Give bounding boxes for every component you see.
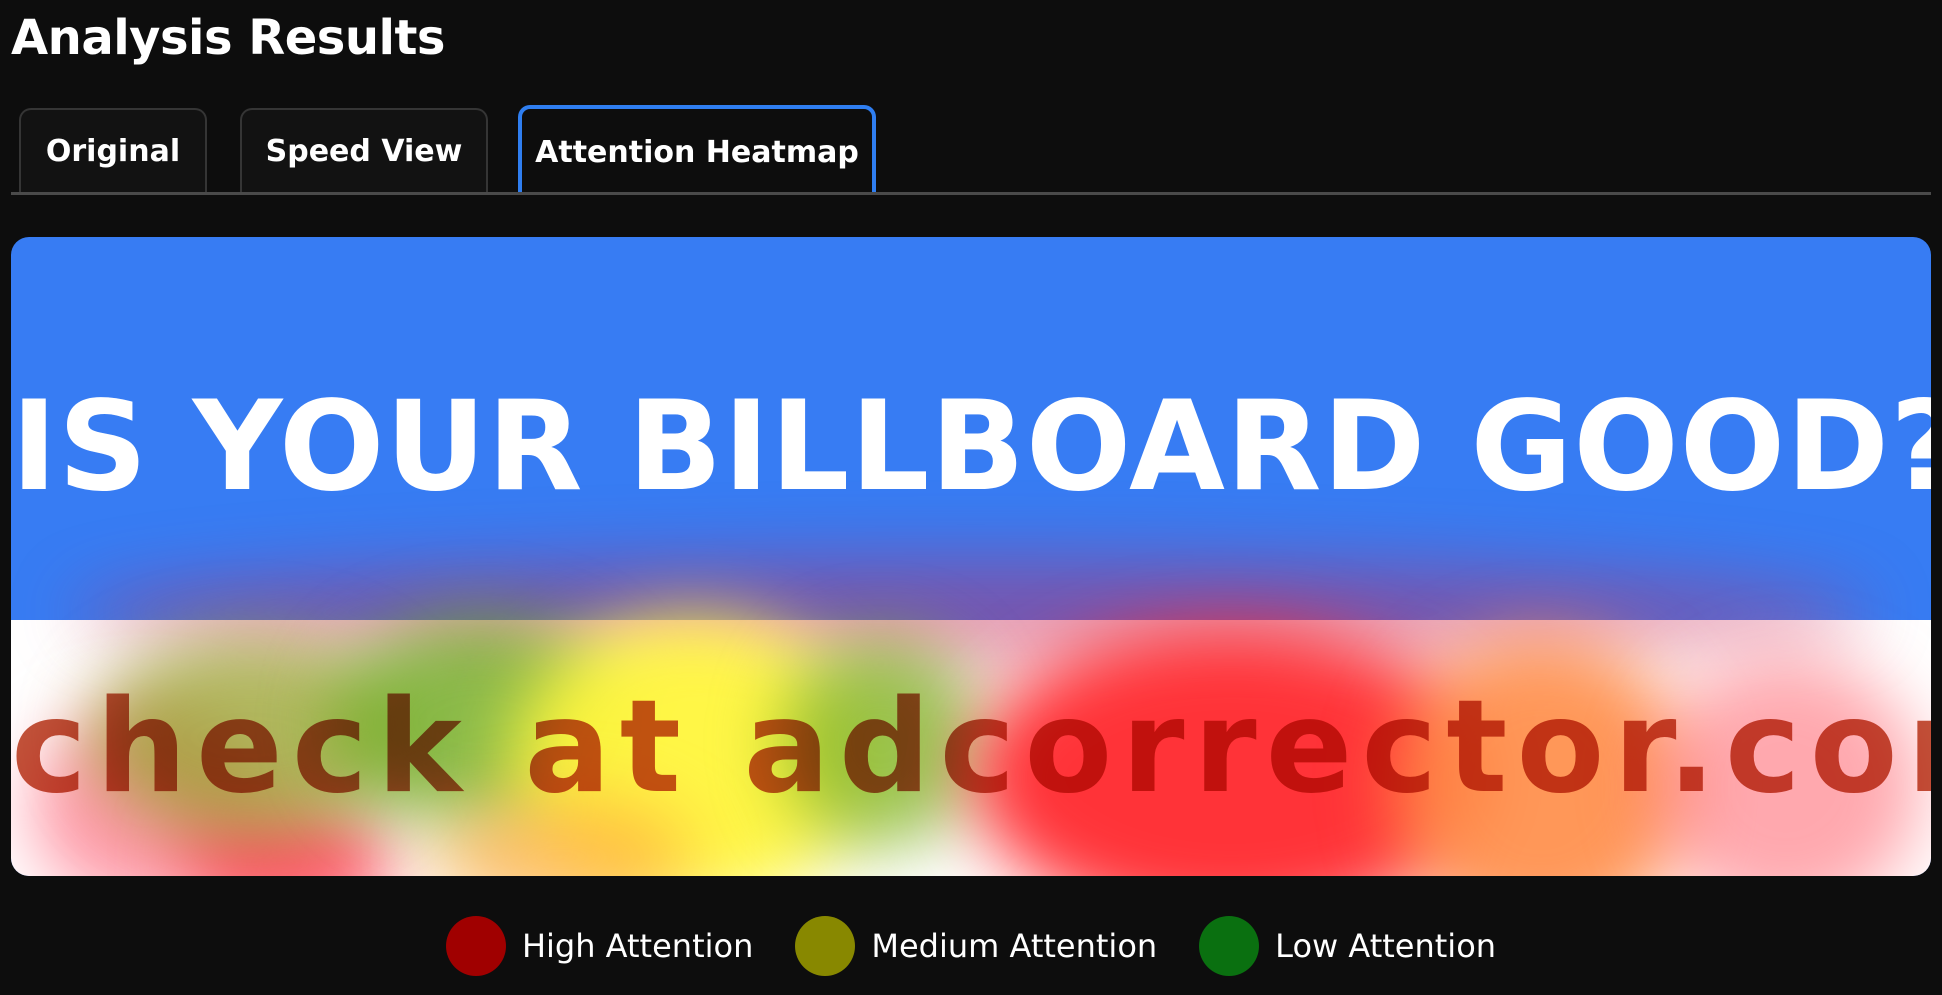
legend-label-low: Low Attention bbox=[1275, 927, 1497, 965]
page-title: Analysis Results bbox=[11, 10, 445, 66]
heatmap-legend: High Attention Medium Attention Low Atte… bbox=[0, 915, 1942, 977]
legend-label-high: High Attention bbox=[521, 927, 754, 965]
legend-item-low: Low Attention bbox=[1199, 916, 1496, 976]
high-attention-swatch-icon bbox=[445, 916, 506, 976]
tab-divider bbox=[11, 192, 1931, 195]
attention-heatmap-image: IS YOUR BILLBOARD GOOD? check at adcorre… bbox=[11, 237, 1931, 876]
legend-item-high: High Attention bbox=[445, 916, 754, 976]
billboard-headline: IS YOUR BILLBOARD GOOD? bbox=[11, 375, 1931, 519]
legend-label-medium: Medium Attention bbox=[871, 927, 1158, 965]
tab-attention-heatmap[interactable]: Attention Heatmap bbox=[518, 105, 876, 195]
tab-original[interactable]: Original bbox=[19, 108, 207, 192]
low-attention-swatch-icon bbox=[1199, 916, 1260, 976]
tab-speed-view[interactable]: Speed View bbox=[240, 108, 488, 192]
tab-bar: Original Speed View Attention Heatmap bbox=[11, 105, 1931, 195]
legend-item-medium: Medium Attention bbox=[795, 916, 1157, 976]
billboard-subline: check at adcorrector.com bbox=[11, 673, 1931, 822]
medium-attention-swatch-icon bbox=[795, 916, 856, 976]
